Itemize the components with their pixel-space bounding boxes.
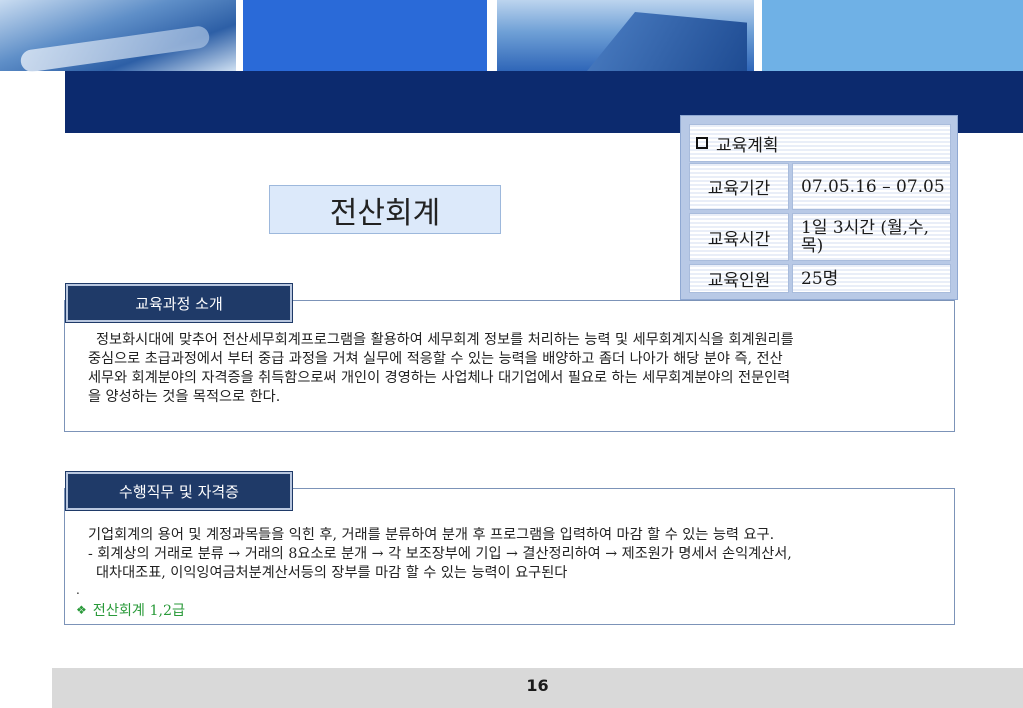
plan-label-people: 교육인원 <box>689 264 789 293</box>
intro-line: 을 양성하는 것을 목적으로 한다. <box>88 389 281 405</box>
plan-value-hours: 1일 3시간 (월,수,목) <box>792 213 951 261</box>
intro-line: 정보화시대에 맞추어 전산세무회계프로그램을 활용하여 세무회계 정보를 처리하… <box>96 332 794 348</box>
diamond-bullet-icon: ❖ <box>76 603 87 617</box>
intro-line: 세무와 회계분야의 자격증을 취득함으로써 개인이 경영하는 사업체나 대기업에… <box>88 370 791 386</box>
header-blue-block <box>243 0 487 71</box>
page-title: 전산회계 <box>269 185 501 234</box>
footer-bar: 16 <box>52 668 1023 708</box>
course-intro-text: 정보화시대에 맞추어 전산세무회계프로그램을 활용하여 세무회계 정보를 처리하… <box>88 331 946 407</box>
plan-header: 교육계획 <box>689 124 951 162</box>
header-photo-building <box>497 0 754 71</box>
duties-cert-tab: 수행직무 및 자격증 <box>66 472 292 510</box>
checkbox-square-icon <box>696 137 708 149</box>
plan-label-hours: 교육시간 <box>689 213 789 261</box>
plan-label-period: 교육기간 <box>689 163 789 210</box>
stray-dot: . <box>76 583 80 597</box>
duty-line: 대차대조표, 이익잉여금처분계산서등의 장부를 마감 할 수 있는 능력이 요구… <box>96 565 568 581</box>
plan-value-people: 25명 <box>792 264 951 293</box>
duty-line: - 회계상의 거래로 분류 → 거래의 8요소로 분개 → 각 보조장부에 기입… <box>88 546 792 562</box>
header-photo-keyboard <box>0 0 236 71</box>
duties-text: 기업회계의 용어 및 계정과목들을 익힌 후, 거래를 분류하여 분개 후 프로… <box>88 526 948 583</box>
plan-value-period: 07.05.16 – 07.05 <box>792 163 951 210</box>
course-intro-tab: 교육과정 소개 <box>66 284 292 322</box>
education-plan-table: 교육계획 교육기간 07.05.16 – 07.05 교육시간 1일 3시간 (… <box>680 115 958 300</box>
certificate-item: ❖ 전산회계 1,2급 <box>76 600 185 620</box>
page-number: 16 <box>526 676 549 695</box>
header-lightblue-block <box>762 0 1023 71</box>
plan-header-label: 교육계획 <box>716 135 779 156</box>
duty-line: 기업회계의 용어 및 계정과목들을 익힌 후, 거래를 분류하여 분개 후 프로… <box>88 527 775 543</box>
intro-line: 중심으로 초급과정에서 부터 중급 과정을 거쳐 실무에 적응할 수 있는 능력… <box>88 351 783 367</box>
certificate-label: 전산회계 1,2급 <box>92 603 186 619</box>
